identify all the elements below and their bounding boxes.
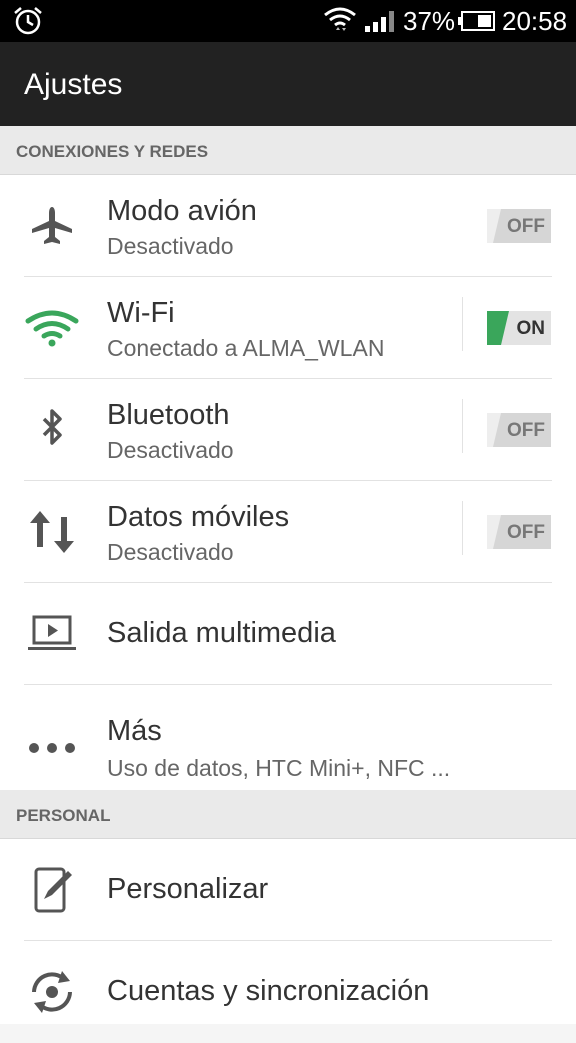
list-item-airplane-mode[interactable]: Modo avión Desactivado OFF — [0, 175, 576, 277]
mobile-data-toggle[interactable]: OFF — [487, 515, 551, 549]
airplane-icon — [32, 207, 72, 244]
page-title: Ajustes — [24, 68, 123, 101]
status-bar: 37% 20:58 — [0, 0, 576, 42]
battery-percent: 37% — [403, 6, 456, 36]
connections-list: Modo avión Desactivado OFF Wi-Fi Conecta… — [0, 175, 576, 799]
airplane-mode-toggle[interactable]: OFF — [487, 209, 551, 243]
list-item-bluetooth[interactable]: Bluetooth Desactivado OFF — [0, 379, 576, 481]
personalize-icon — [34, 867, 72, 913]
wifi-icon — [25, 310, 79, 347]
data-transfer-icon — [30, 511, 74, 553]
item-title: Modo avión — [107, 195, 257, 227]
item-title: Datos móviles — [107, 501, 290, 533]
media-output-icon — [28, 615, 76, 650]
toggle-state: OFF — [507, 216, 545, 237]
app-bar: Ajustes — [0, 42, 576, 126]
section-header-connections: CONEXIONES Y REDES — [0, 126, 576, 175]
item-subtitle: Desactivado — [107, 539, 234, 565]
list-item-more[interactable]: Más Uso de datos, HTC Mini+, NFC ... — [0, 685, 576, 799]
status-clock: 20:58 — [502, 6, 568, 36]
list-item-mobile-data[interactable]: Datos móviles Desactivado OFF — [0, 481, 576, 583]
more-dots-icon — [29, 743, 75, 753]
item-subtitle: Desactivado — [107, 233, 234, 259]
wifi-status-icon — [324, 7, 356, 31]
battery-icon — [458, 11, 495, 31]
vertical-separator — [462, 399, 463, 453]
item-title: Personalizar — [107, 873, 269, 905]
list-item-accounts-sync[interactable]: Cuentas y sincronización — [0, 941, 576, 1043]
list-item-media-output[interactable]: Salida multimedia — [0, 583, 576, 685]
item-subtitle: Desactivado — [107, 437, 234, 463]
item-title: Wi-Fi — [107, 297, 175, 329]
bluetooth-toggle[interactable]: OFF — [487, 413, 551, 447]
vertical-separator — [462, 501, 463, 555]
signal-strength-icon — [365, 11, 394, 32]
toggle-state: ON — [516, 318, 546, 339]
section-header-label: CONEXIONES Y REDES — [16, 142, 209, 161]
wifi-toggle[interactable]: ON — [487, 311, 551, 345]
item-title: Más — [107, 715, 162, 747]
vertical-separator — [462, 297, 463, 351]
item-subtitle: Conectado a ALMA_WLAN — [107, 335, 385, 361]
item-title: Cuentas y sincronización — [107, 975, 430, 1007]
toggle-state: OFF — [507, 522, 545, 543]
section-header-personal: PERSONAL — [0, 790, 576, 839]
bluetooth-icon — [42, 409, 62, 445]
item-title: Salida multimedia — [107, 617, 336, 649]
sync-icon — [32, 971, 72, 1013]
section-header-label: PERSONAL — [16, 806, 111, 825]
personal-list: Personalizar Cuentas y sincronización — [0, 839, 576, 1024]
list-item-wifi[interactable]: Wi-Fi Conectado a ALMA_WLAN ON — [0, 277, 576, 379]
item-title: Bluetooth — [107, 399, 230, 431]
item-subtitle: Uso de datos, HTC Mini+, NFC ... — [107, 755, 451, 781]
list-item-personalize[interactable]: Personalizar — [0, 839, 576, 941]
alarm-clock-icon — [14, 7, 42, 35]
toggle-state: OFF — [507, 420, 545, 441]
